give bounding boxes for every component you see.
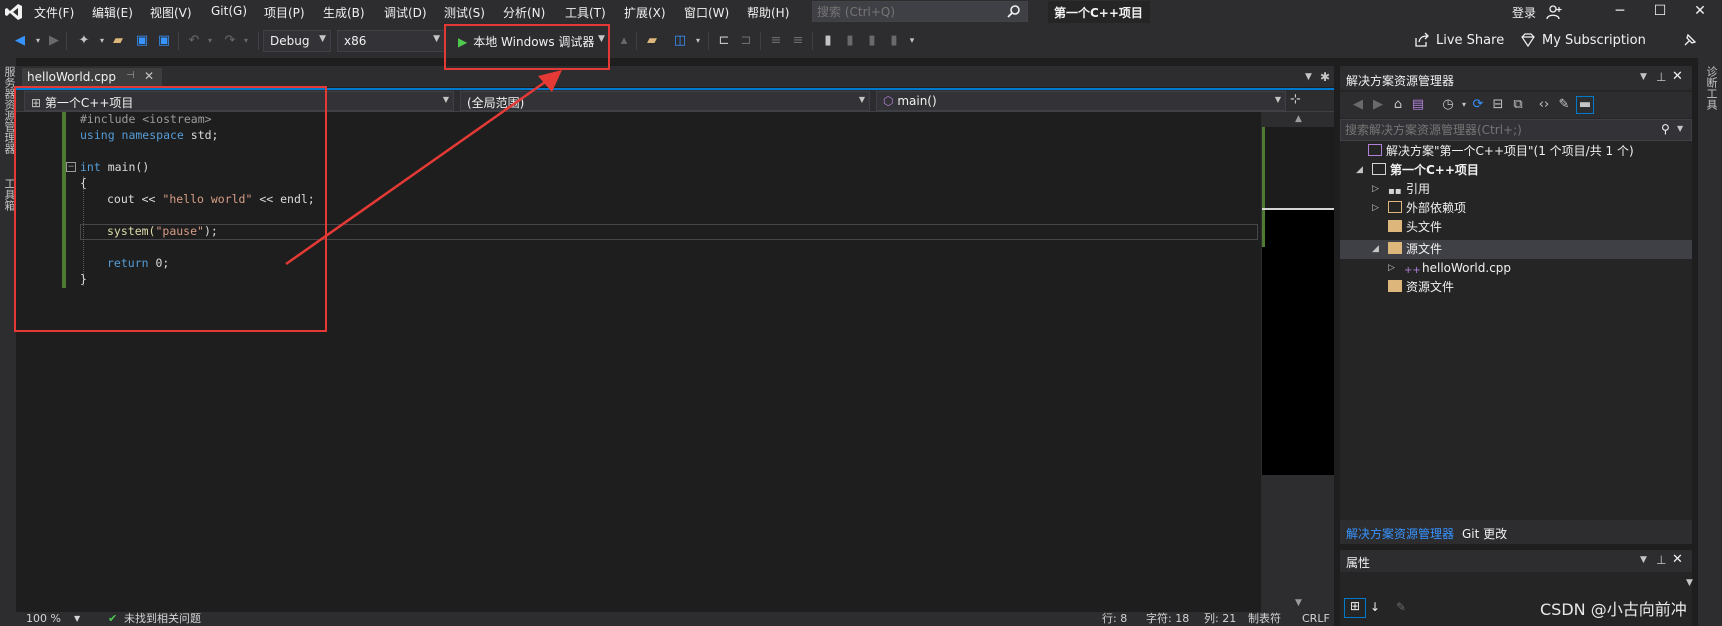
watermark-text: CSDN @小古向前冲 <box>1540 600 1687 619</box>
annotation-arrow-icon <box>285 70 562 266</box>
